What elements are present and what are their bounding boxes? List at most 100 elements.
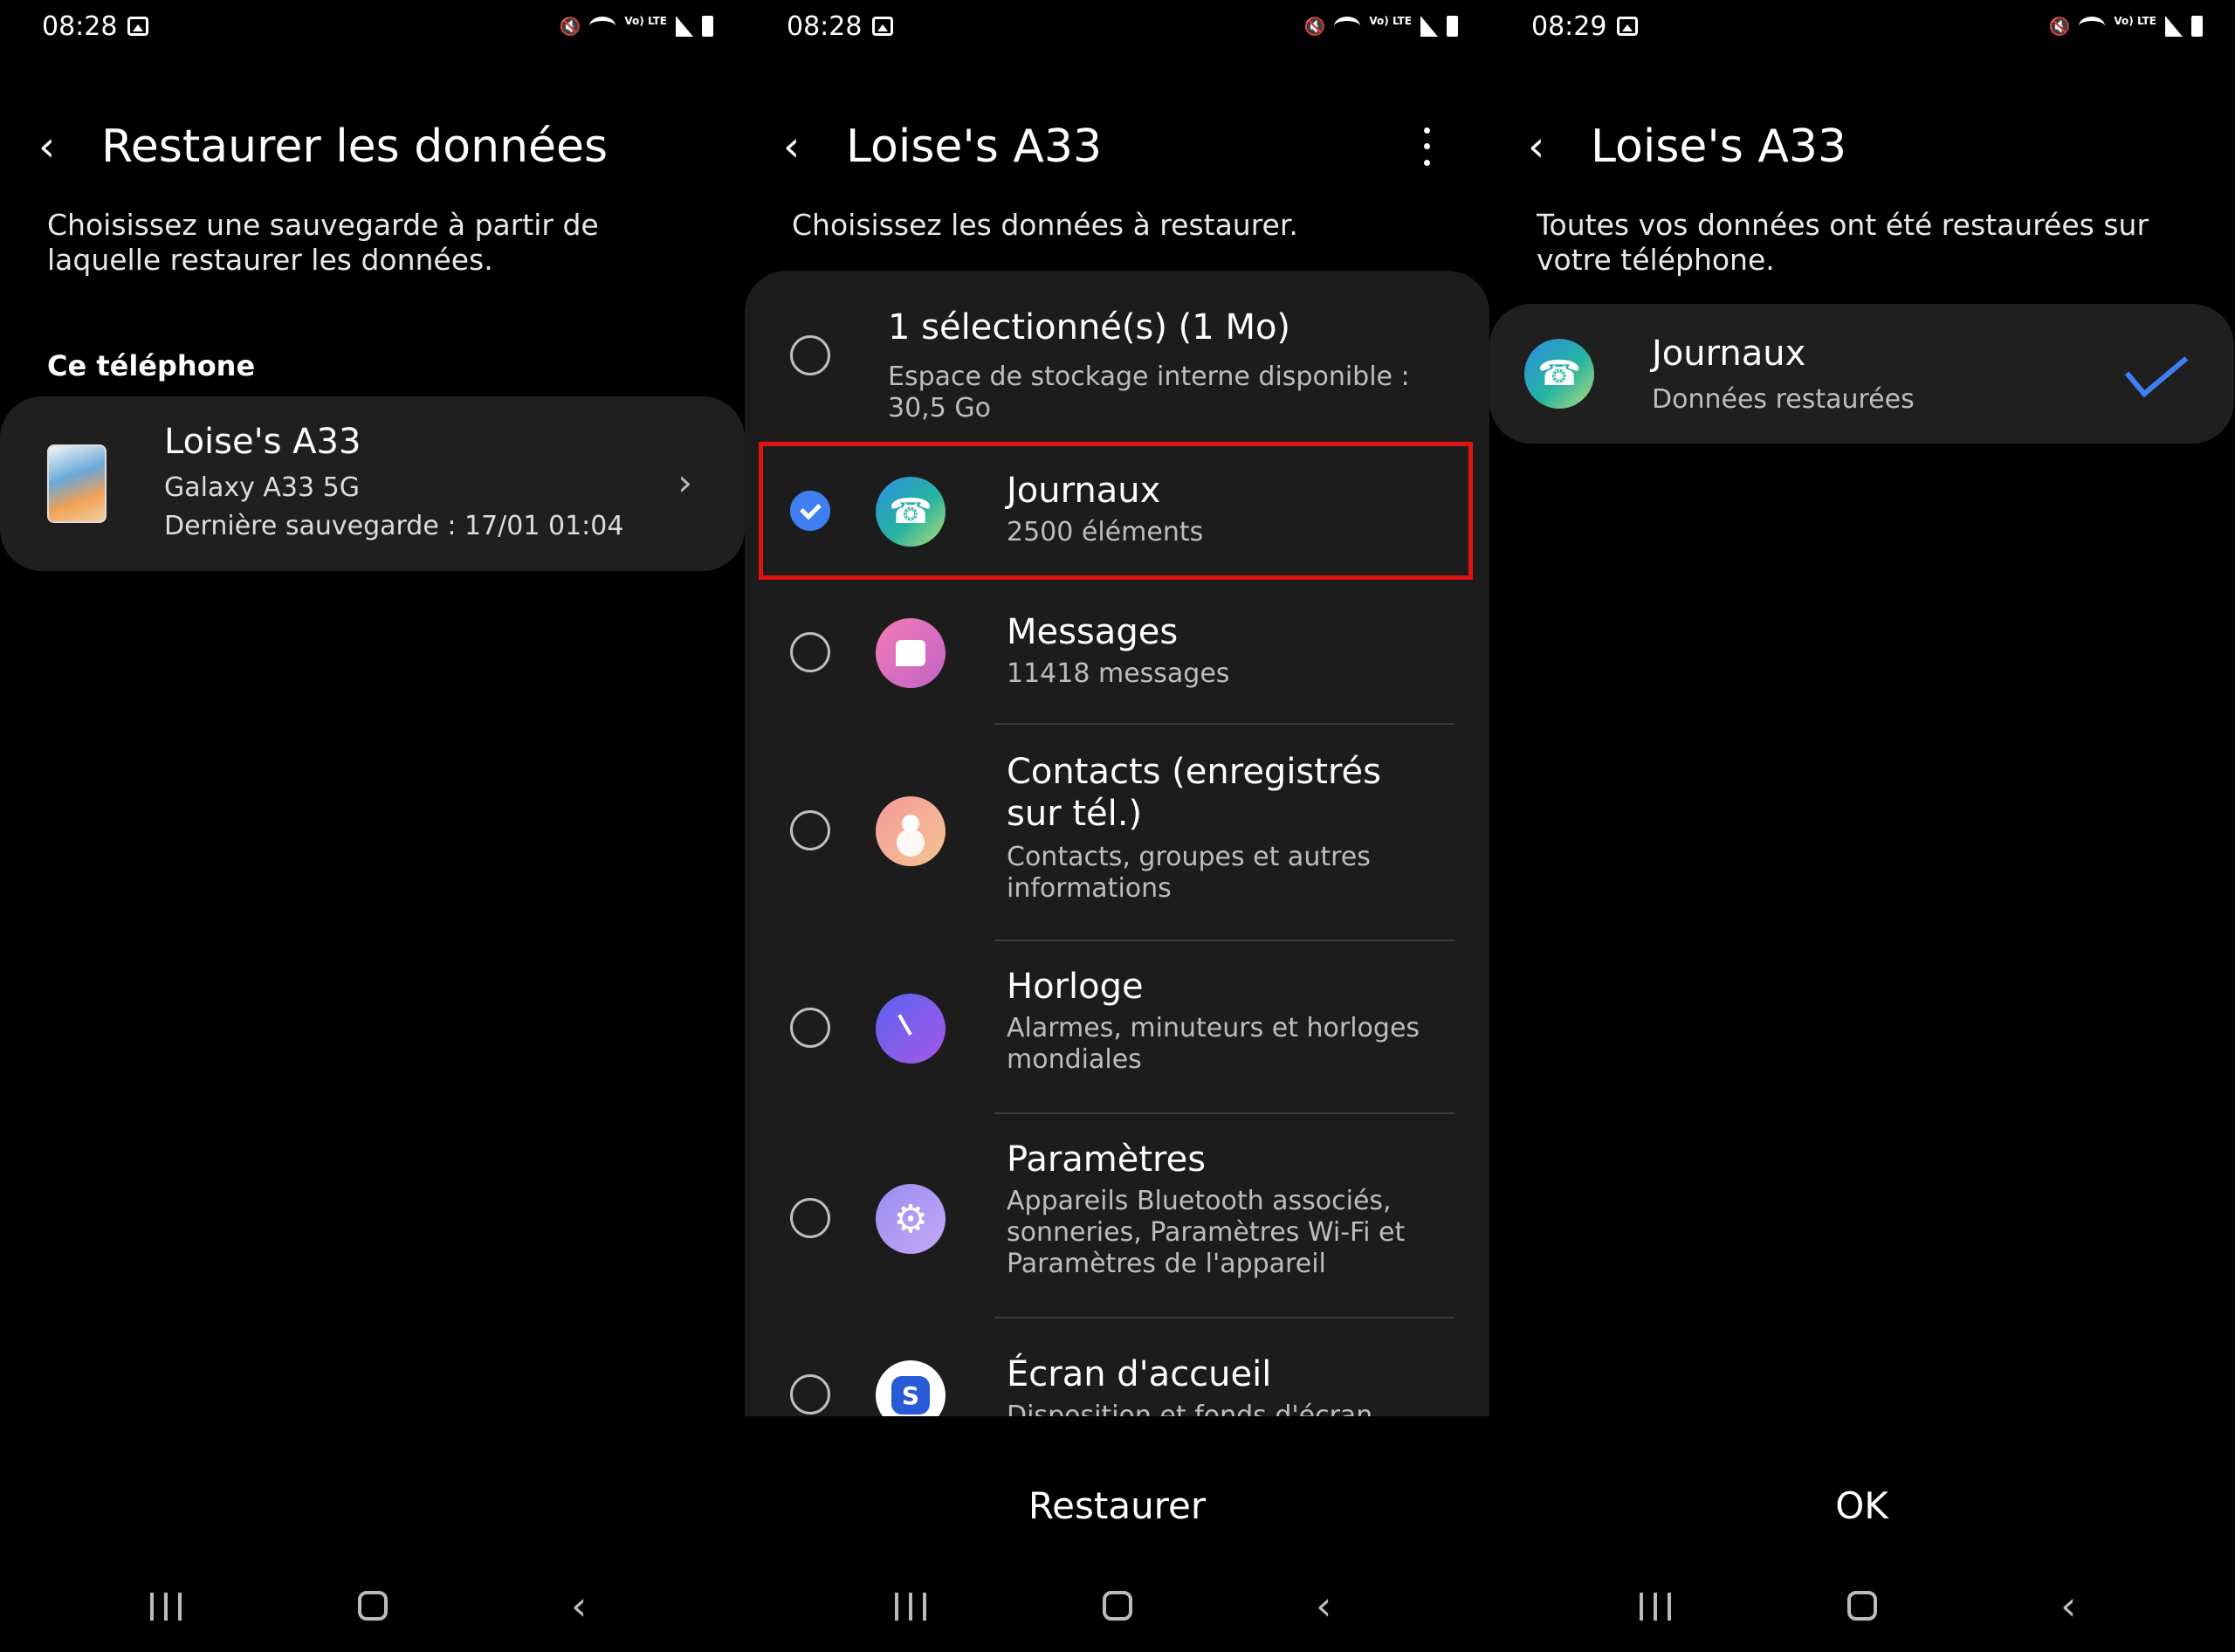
ok-button[interactable]: OK <box>1489 1484 2234 1527</box>
selection-summary: 1 sélectionné(s) (1 Mo) <box>888 307 1291 348</box>
three-phone-screens: 08:28 Vo) LTE ‹ Restaurer les données Ch… <box>0 0 2235 1652</box>
status-time: 08:29 <box>1531 10 1607 42</box>
status-icons: Vo) LTE <box>1304 15 1458 37</box>
recent-apps-button[interactable] <box>150 1593 182 1621</box>
item-subtitle: Alarmes, minuteurs et horloges mondiales <box>1007 1013 1420 1075</box>
mute-icon <box>560 16 581 37</box>
status-time: 08:28 <box>787 10 863 42</box>
page-description: Choisissez les données à restaurer. <box>792 208 1298 242</box>
phone-icon <box>1524 339 1594 409</box>
nav-back-button[interactable]: ‹ <box>571 1582 587 1629</box>
list-item-messages[interactable]: Messages 11418 messages <box>745 587 1489 718</box>
chevron-left-icon: ‹ <box>1528 122 1545 171</box>
status-icons: Vo) LTE <box>2049 15 2203 37</box>
restore-button[interactable]: Restaurer <box>745 1484 1489 1527</box>
home-screen-icon <box>876 1360 946 1416</box>
item-title: Contacts (enregistrés sur tél.) <box>1007 752 1381 834</box>
battery-icon <box>702 16 713 37</box>
list-item-parametres[interactable]: Paramètres Appareils Bluetooth associés,… <box>745 1114 1489 1317</box>
checkbox-ecran-accueil[interactable] <box>790 1374 830 1415</box>
page-description: Toutes vos données ont été restaurées su… <box>1537 208 2149 277</box>
chevron-left-icon: ‹ <box>38 122 56 171</box>
top-app-bar: ‹ Loise's A33 <box>1528 112 2190 182</box>
status-bar: 08:28 Vo) LTE <box>787 7 1458 45</box>
image-notification-icon <box>127 17 149 36</box>
home-button[interactable] <box>1847 1591 1877 1621</box>
status-time-group: 08:29 <box>1531 10 1639 42</box>
highlight-box <box>759 442 1473 580</box>
checkbox-parametres[interactable] <box>790 1198 830 1238</box>
page-title: Loise's A33 <box>1591 120 1847 173</box>
item-subtitle: Disposition et fonds d'écran <box>1007 1401 1373 1416</box>
item-title: Horloge <box>1007 967 1144 1007</box>
check-icon <box>2124 337 2189 398</box>
item-subtitle: Appareils Bluetooth associés, sonneries,… <box>1007 1186 1406 1279</box>
page-title: Restaurer les données <box>101 120 609 173</box>
status-time: 08:28 <box>42 10 118 42</box>
mute-icon <box>2049 16 2071 37</box>
list-item-horloge[interactable]: Horloge Alarmes, minuteurs et horloges m… <box>745 941 1489 1112</box>
page-description: Choisissez une sauvegarde à partir de la… <box>47 208 599 277</box>
settings-icon <box>876 1184 946 1254</box>
back-button[interactable]: ‹ <box>1528 120 1580 173</box>
image-notification-icon <box>872 17 894 36</box>
back-button[interactable]: ‹ <box>38 120 91 173</box>
clock-icon <box>876 994 946 1063</box>
select-all-radio[interactable] <box>790 335 830 375</box>
wifi-icon <box>589 17 616 36</box>
item-title: Paramètres <box>1007 1139 1207 1180</box>
device-model: Galaxy A33 5G <box>164 472 360 503</box>
backup-device-card[interactable]: Loise's A33 Galaxy A33 5G Dernière sauve… <box>0 396 745 571</box>
volte-icon: Vo) LTE <box>2114 15 2156 27</box>
restored-item-card: Journaux Données restaurées <box>1489 304 2234 444</box>
nav-back-button[interactable]: ‹ <box>2060 1582 2076 1629</box>
page-title: Loise's A33 <box>846 120 1103 173</box>
battery-icon <box>1447 16 1458 37</box>
screen-choose-data: 08:28 Vo) LTE ‹ Loise's A33 Choisissez l… <box>745 0 1489 1652</box>
item-title: Messages <box>1007 612 1179 652</box>
checkbox-contacts[interactable] <box>790 810 830 850</box>
back-button[interactable]: ‹ <box>783 120 836 173</box>
list-item-ecran-accueil[interactable]: Écran d'accueil Disposition et fonds d'é… <box>745 1318 1489 1416</box>
recent-apps-button[interactable] <box>895 1593 926 1621</box>
battery-icon <box>2191 16 2203 37</box>
mute-icon <box>1304 16 1326 37</box>
select-all-row[interactable]: 1 sélectionné(s) (1 Mo) Espace de stocka… <box>745 288 1489 428</box>
navigation-bar: ‹ <box>1489 1577 2234 1638</box>
signal-icon <box>676 16 693 37</box>
image-notification-icon <box>1617 17 1639 36</box>
restored-item-status: Données restaurées <box>1652 384 1915 415</box>
screen-restore-complete: 08:29 Vo) LTE ‹ Loise's A33 Toutes vos d… <box>1489 0 2234 1652</box>
status-time-group: 08:28 <box>42 10 149 42</box>
navigation-bar: ‹ <box>0 1577 745 1638</box>
storage-available: Espace de stockage interne disponible : … <box>888 361 1410 423</box>
more-options-icon[interactable] <box>1416 122 1437 171</box>
recent-apps-button[interactable] <box>1640 1593 1671 1621</box>
top-app-bar: ‹ Loise's A33 <box>783 112 1446 182</box>
status-icons: Vo) LTE <box>560 15 713 37</box>
home-button[interactable] <box>1103 1591 1132 1621</box>
top-app-bar: ‹ Restaurer les données <box>38 112 701 182</box>
last-backup: Dernière sauvegarde : 17/01 01:04 <box>164 511 624 541</box>
item-subtitle: Contacts, groupes et autres informations <box>1007 842 1371 904</box>
volte-icon: Vo) LTE <box>1369 15 1412 27</box>
chevron-left-icon: ‹ <box>783 122 801 171</box>
item-subtitle: 11418 messages <box>1007 658 1230 689</box>
section-label: Ce téléphone <box>47 349 256 382</box>
list-item-contacts[interactable]: Contacts (enregistrés sur tél.) Contacts… <box>745 725 1489 934</box>
device-info: Loise's A33 Galaxy A33 5G Dernière sauve… <box>164 422 623 546</box>
nav-back-button[interactable]: ‹ <box>1316 1582 1331 1629</box>
checkbox-messages[interactable] <box>790 632 830 672</box>
phone-thumbnail-icon <box>47 444 107 523</box>
item-title: Écran d'accueil <box>1007 1354 1272 1394</box>
screen-restore-data: 08:28 Vo) LTE ‹ Restaurer les données Ch… <box>0 0 745 1652</box>
status-time-group: 08:28 <box>787 10 894 42</box>
checkbox-horloge[interactable] <box>790 1008 830 1048</box>
contacts-icon <box>876 796 946 866</box>
volte-icon: Vo) LTE <box>624 15 667 27</box>
messages-icon <box>876 618 946 688</box>
signal-icon <box>2165 16 2183 37</box>
device-name: Loise's A33 <box>164 422 361 462</box>
restored-item-title: Journaux <box>1652 334 1806 374</box>
home-button[interactable] <box>358 1591 388 1621</box>
